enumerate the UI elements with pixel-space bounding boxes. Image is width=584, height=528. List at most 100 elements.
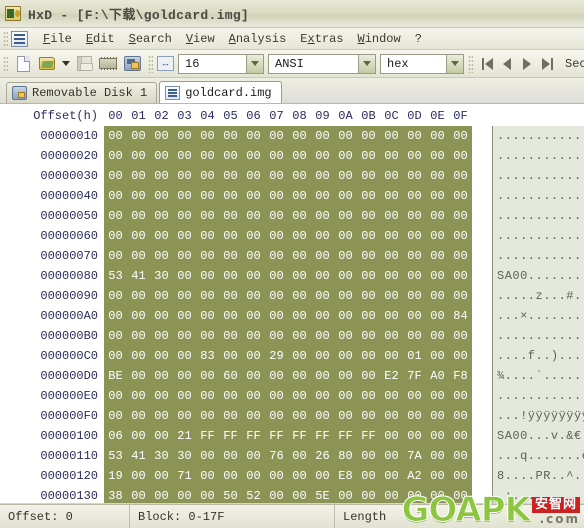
hex-byte-cell[interactable]: 00 bbox=[288, 266, 311, 286]
hex-byte-cell[interactable]: 00 bbox=[196, 146, 219, 166]
hex-byte-cell[interactable]: 00 bbox=[311, 466, 334, 486]
hex-byte-cell[interactable]: 00 bbox=[357, 206, 380, 226]
hex-byte-cell[interactable]: 00 bbox=[426, 386, 449, 406]
hex-byte-cell[interactable]: 00 bbox=[311, 226, 334, 246]
hex-byte-cell[interactable]: 00 bbox=[150, 146, 173, 166]
hex-byte-cell[interactable]: 00 bbox=[311, 286, 334, 306]
hex-byte-cell[interactable]: 00 bbox=[219, 306, 242, 326]
hex-byte-cell[interactable]: 00 bbox=[426, 446, 449, 466]
hex-byte-cell[interactable]: 00 bbox=[173, 266, 196, 286]
hex-byte-cell[interactable]: 00 bbox=[426, 326, 449, 346]
ascii-row[interactable]: ................ bbox=[493, 186, 584, 206]
ascii-row[interactable]: SA00............ bbox=[493, 266, 584, 286]
hex-byte-cell[interactable]: 00 bbox=[127, 246, 150, 266]
hex-row[interactable]: 00 00 00 00 00 00 00 00 00 00 00 00 00 00 00 00 bbox=[104, 286, 472, 306]
hex-byte-cell[interactable]: 00 bbox=[403, 146, 426, 166]
hex-byte-cell[interactable]: 00 bbox=[127, 286, 150, 306]
hex-byte-cell[interactable]: 00 bbox=[357, 166, 380, 186]
hex-byte-cell[interactable]: 00 bbox=[104, 306, 127, 326]
hex-byte-cell[interactable]: 00 bbox=[311, 346, 334, 366]
hex-byte-cell[interactable]: 00 bbox=[104, 406, 127, 426]
hex-byte-cell[interactable]: 00 bbox=[150, 346, 173, 366]
hex-byte-cell[interactable]: 00 bbox=[334, 366, 357, 386]
hex-byte-cell[interactable]: 00 bbox=[380, 426, 403, 446]
hex-byte-cell[interactable]: 00 bbox=[196, 386, 219, 406]
hex-byte-cell[interactable]: 00 bbox=[104, 246, 127, 266]
hex-byte-cell[interactable]: 00 bbox=[334, 206, 357, 226]
hex-byte-cell[interactable]: 00 bbox=[196, 486, 219, 503]
hex-byte-cell[interactable]: 00 bbox=[242, 346, 265, 366]
number-base-dropdown-arrow[interactable] bbox=[446, 54, 463, 73]
hex-byte-cell[interactable]: 00 bbox=[265, 266, 288, 286]
hex-byte-cell[interactable]: 00 bbox=[219, 466, 242, 486]
hex-byte-cell[interactable]: F8 bbox=[449, 366, 472, 386]
hex-byte-cell[interactable]: 00 bbox=[127, 326, 150, 346]
hex-byte-cell[interactable]: 00 bbox=[449, 206, 472, 226]
hex-byte-cell[interactable]: 00 bbox=[449, 326, 472, 346]
hex-row[interactable]: 00 00 00 00 00 00 00 00 00 00 00 00 00 00 00 00 bbox=[104, 126, 472, 146]
hex-byte-cell[interactable]: 00 bbox=[127, 386, 150, 406]
hex-byte-cell[interactable]: 5E bbox=[311, 486, 334, 503]
hex-byte-cell[interactable]: 00 bbox=[150, 126, 173, 146]
hex-byte-cell[interactable]: 00 bbox=[150, 206, 173, 226]
hex-byte-cell[interactable]: 00 bbox=[403, 266, 426, 286]
hex-byte-cell[interactable]: 00 bbox=[196, 246, 219, 266]
hex-byte-cell[interactable]: 00 bbox=[196, 406, 219, 426]
hex-byte-cell[interactable]: 00 bbox=[380, 406, 403, 426]
hex-byte-cell[interactable]: 00 bbox=[380, 186, 403, 206]
hex-byte-cell[interactable]: 00 bbox=[265, 366, 288, 386]
hex-byte-cell[interactable]: 00 bbox=[196, 206, 219, 226]
tab-goldcard-img[interactable]: goldcard.img bbox=[159, 81, 282, 103]
hex-byte-cell[interactable]: 41 bbox=[127, 446, 150, 466]
hex-byte-cell[interactable]: 00 bbox=[449, 286, 472, 306]
hex-byte-cell[interactable]: 00 bbox=[104, 206, 127, 226]
hex-byte-cell[interactable]: FF bbox=[334, 426, 357, 446]
hex-byte-cell[interactable]: FF bbox=[242, 426, 265, 446]
hex-byte-cell[interactable]: 00 bbox=[242, 146, 265, 166]
hex-byte-cell[interactable]: 00 bbox=[403, 166, 426, 186]
hex-byte-cell[interactable]: 00 bbox=[311, 366, 334, 386]
hex-byte-cell[interactable]: 00 bbox=[127, 486, 150, 503]
hex-byte-cell[interactable]: 00 bbox=[242, 406, 265, 426]
hex-byte-cell[interactable]: 38 bbox=[104, 486, 127, 503]
hex-byte-cell[interactable]: 00 bbox=[357, 146, 380, 166]
hex-byte-cell[interactable]: 00 bbox=[334, 226, 357, 246]
hex-byte-cell[interactable]: 00 bbox=[150, 226, 173, 246]
hex-byte-cell[interactable]: 26 bbox=[311, 446, 334, 466]
hex-byte-cell[interactable]: 00 bbox=[334, 286, 357, 306]
hex-byte-cell[interactable]: 00 bbox=[288, 486, 311, 503]
hex-byte-cell[interactable]: 00 bbox=[357, 286, 380, 306]
hex-byte-cell[interactable]: 00 bbox=[380, 266, 403, 286]
hex-byte-cell[interactable]: 00 bbox=[288, 186, 311, 206]
hex-byte-cell[interactable]: 00 bbox=[357, 186, 380, 206]
hex-row[interactable]: 38 00 00 00 00 50 52 00 00 5E 00 00 00 00 00 00 bbox=[104, 486, 472, 503]
hex-byte-cell[interactable]: 00 bbox=[334, 306, 357, 326]
ascii-row[interactable]: ................ bbox=[493, 386, 584, 406]
hex-row[interactable]: 00 00 00 00 00 00 00 00 00 00 00 00 00 00 00 00 bbox=[104, 186, 472, 206]
hex-byte-cell[interactable]: 00 bbox=[449, 386, 472, 406]
hex-byte-cell[interactable]: 00 bbox=[288, 466, 311, 486]
hex-byte-cell[interactable]: 00 bbox=[196, 186, 219, 206]
hex-byte-cell[interactable]: 00 bbox=[242, 266, 265, 286]
hex-byte-cell[interactable]: 00 bbox=[357, 266, 380, 286]
ascii-row[interactable]: SA00...v.&€..... bbox=[493, 426, 584, 446]
hex-byte-cell[interactable]: 00 bbox=[426, 406, 449, 426]
next-sector-button[interactable] bbox=[517, 53, 537, 75]
hex-byte-cell[interactable]: 00 bbox=[426, 486, 449, 503]
hex-byte-cell[interactable]: 60 bbox=[219, 366, 242, 386]
hex-byte-cell[interactable]: 00 bbox=[127, 146, 150, 166]
hex-byte-cell[interactable]: 00 bbox=[288, 406, 311, 426]
menu-item-file[interactable]: File bbox=[36, 30, 79, 48]
hex-byte-cell[interactable]: 00 bbox=[426, 266, 449, 286]
hex-byte-cell[interactable]: 00 bbox=[242, 206, 265, 226]
hex-byte-cell[interactable]: 00 bbox=[150, 366, 173, 386]
hex-byte-cell[interactable]: 00 bbox=[288, 306, 311, 326]
ascii-row[interactable]: .:.............. bbox=[493, 486, 584, 503]
hex-byte-cell[interactable]: 00 bbox=[426, 186, 449, 206]
hex-row[interactable]: 53 41 30 30 00 00 00 76 00 26 80 00 00 7A 00 00 bbox=[104, 446, 472, 466]
hex-byte-cell[interactable]: 00 bbox=[173, 166, 196, 186]
hex-byte-cell[interactable]: 00 bbox=[403, 326, 426, 346]
hex-byte-cell[interactable]: 00 bbox=[150, 186, 173, 206]
hex-byte-cell[interactable]: 00 bbox=[311, 386, 334, 406]
hex-byte-cell[interactable]: 00 bbox=[242, 286, 265, 306]
